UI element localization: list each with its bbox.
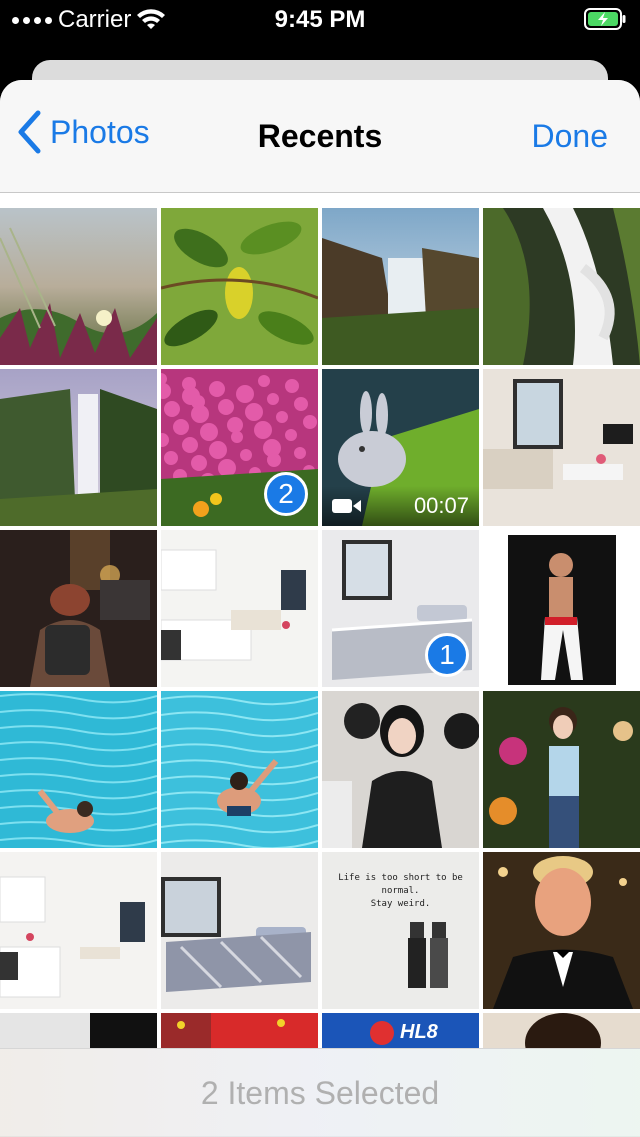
- photo-picker-sheet: Photos Recents Done 2 00:07 1 Life is too s…: [0, 80, 640, 1136]
- selection-count-label: 2 Items Selected: [200, 1074, 440, 1111]
- photo-thumbnail[interactable]: [161, 208, 318, 365]
- quote-line-1: Life is too short to be normal.: [338, 873, 463, 896]
- battery-charging-icon: [584, 8, 626, 30]
- photo-thumbnail[interactable]: [0, 208, 157, 365]
- photo-thumbnail[interactable]: [0, 530, 157, 687]
- quote-line-2: Stay weird.: [370, 899, 431, 909]
- photo-thumbnail[interactable]: [0, 369, 157, 526]
- selection-badge: 1: [425, 633, 469, 677]
- photo-thumbnail[interactable]: [0, 691, 157, 848]
- photo-thumbnail[interactable]: HL8: [322, 1013, 479, 1048]
- photo-thumbnail[interactable]: [322, 691, 479, 848]
- photo-thumbnail[interactable]: [0, 1013, 157, 1048]
- photo-thumbnail[interactable]: [483, 852, 640, 1009]
- video-camera-icon: [332, 499, 361, 513]
- photo-thumbnail[interactable]: [483, 530, 640, 687]
- photo-thumbnail[interactable]: [161, 1013, 318, 1048]
- photo-thumbnail[interactable]: [161, 691, 318, 848]
- status-bar: Carrier 9:45 PM: [0, 0, 640, 40]
- photo-thumbnail[interactable]: [483, 691, 640, 848]
- logo-text: HL8: [400, 1021, 438, 1043]
- photo-thumbnail[interactable]: [483, 1013, 640, 1048]
- photo-thumbnail[interactable]: Life is too short to be normal. Stay weir…: [322, 852, 479, 1009]
- photo-thumbnail[interactable]: [0, 852, 157, 1009]
- video-duration: 00:07: [413, 493, 469, 518]
- photo-thumbnail[interactable]: [483, 369, 640, 526]
- navigation-bar: Photos Recents Done: [0, 80, 640, 193]
- photo-thumbnail[interactable]: [483, 208, 640, 365]
- clock-time: 9:45 PM: [274, 6, 366, 33]
- selection-toolbar: 2 Items Selected: [0, 1048, 640, 1137]
- video-info-bar: 00:07: [322, 486, 479, 526]
- selection-badge: 2: [264, 472, 308, 516]
- photo-thumbnail[interactable]: 2: [161, 369, 318, 526]
- photo-thumbnail[interactable]: [322, 208, 479, 365]
- quote-text: Life is too short to be normal. Stay weir…: [322, 872, 479, 911]
- done-button[interactable]: Done: [532, 118, 609, 155]
- photo-thumbnail[interactable]: [161, 852, 318, 1009]
- photo-thumbnail[interactable]: 1: [322, 530, 479, 687]
- photo-thumbnail[interactable]: 00:07: [322, 369, 479, 526]
- photo-thumbnail[interactable]: [161, 530, 318, 687]
